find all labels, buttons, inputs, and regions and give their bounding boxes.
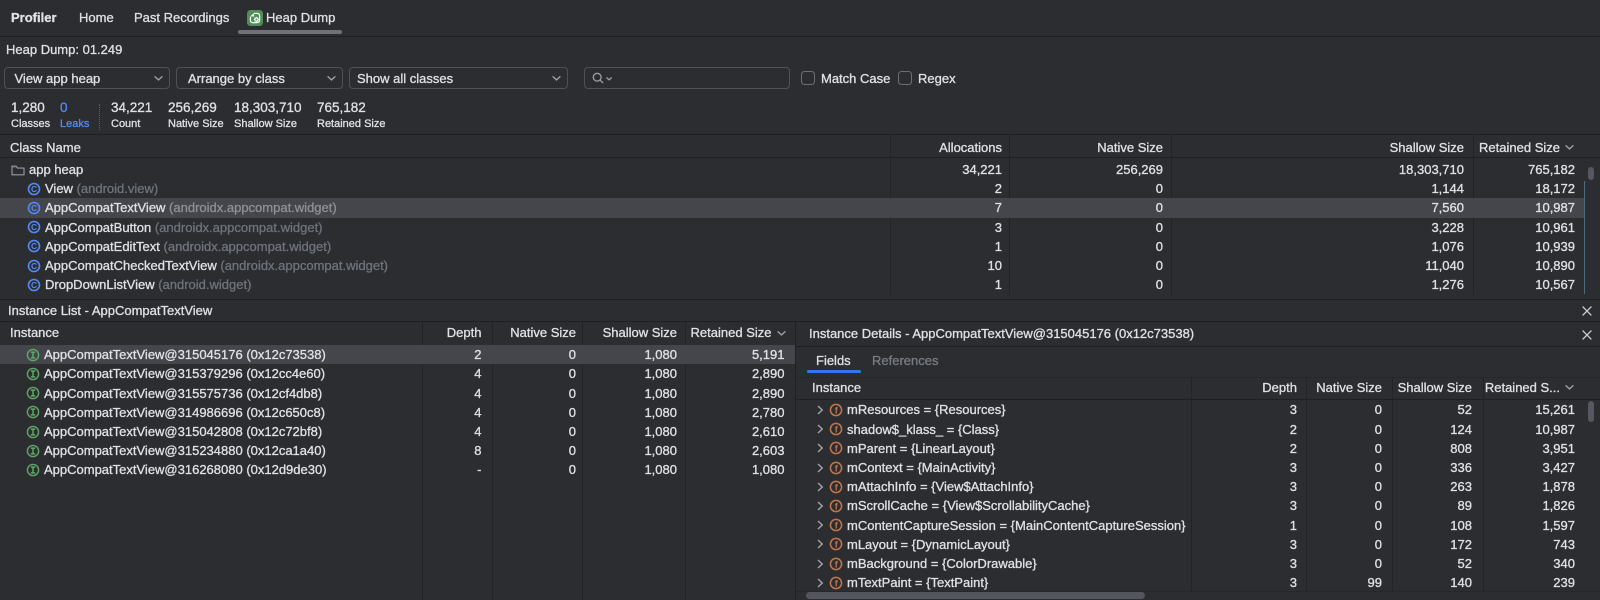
svg-text:C: C	[31, 261, 37, 271]
svg-text:C: C	[31, 280, 37, 290]
svg-text:f: f	[835, 540, 839, 550]
svg-text:C: C	[31, 184, 37, 194]
svg-text:f: f	[835, 463, 839, 473]
svg-text:f: f	[835, 405, 839, 415]
svg-text:f: f	[835, 578, 839, 588]
svg-text:f: f	[835, 501, 839, 511]
svg-text:C: C	[31, 203, 37, 213]
svg-text:f: f	[835, 559, 839, 569]
svg-text:C: C	[31, 222, 37, 232]
svg-text:f: f	[835, 482, 839, 492]
svg-text:C: C	[31, 241, 37, 251]
svg-text:f: f	[835, 424, 839, 434]
svg-text:f: f	[835, 444, 839, 454]
svg-text:f: f	[835, 520, 839, 530]
